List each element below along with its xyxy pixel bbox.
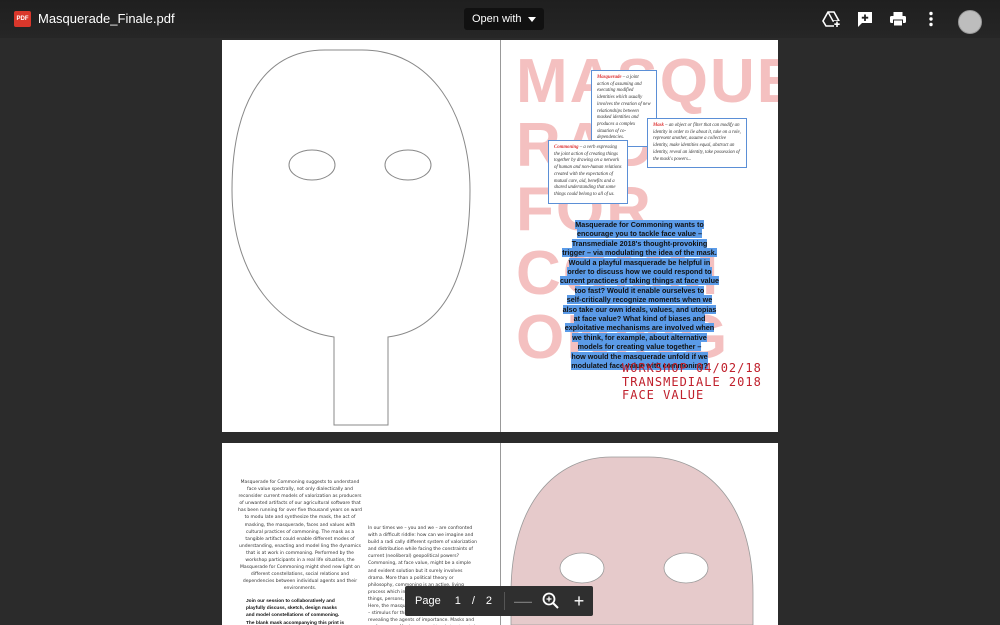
file-title: Masquerade_Finale.pdf: [38, 11, 175, 26]
definition-text: – an object or filter that can modify an…: [653, 123, 741, 162]
chevron-down-icon: [527, 16, 536, 22]
workshop-line: TRANSMEDIALE 2018: [622, 374, 762, 389]
more-vert-icon[interactable]: [922, 10, 940, 28]
text-line: at face value? What kind of biases and: [573, 314, 706, 324]
definition-text: – a joint action of assuming and executi…: [597, 75, 651, 141]
page-navigation-bar: Page 1 / 2 — +: [405, 586, 593, 616]
workshop-line: WORKSHOP 04/02/18: [622, 361, 762, 375]
text-line: how would the masquerade unfold if we: [571, 351, 708, 361]
selected-intro-paragraph[interactable]: Masquerade for Commoning wants to encour…: [527, 220, 752, 371]
text-line: current practices of taking things at fa…: [560, 276, 719, 286]
current-page-input[interactable]: 1: [455, 595, 461, 607]
avatar[interactable]: [958, 10, 982, 34]
scrollbar-track[interactable]: [992, 40, 1000, 625]
text-line: also take our own ideals, values, and ut…: [562, 304, 717, 314]
text-line: Transmediale 2018's thought-provoking: [571, 238, 708, 248]
drive-add-icon[interactable]: [822, 10, 840, 28]
print-icon[interactable]: [889, 10, 907, 28]
text-line: too fast? Would it enable ourselves to: [574, 285, 705, 295]
zoom-in-button[interactable]: +: [567, 589, 591, 613]
open-with-label: Open with: [472, 13, 522, 25]
text-line: order to discuss how we could respond to: [567, 267, 712, 277]
text-line: self-critically recognize moments when w…: [566, 295, 713, 305]
text-line: models for creating value together –: [577, 342, 702, 352]
definition-commoning: Commoning – a verb expressing the joint …: [548, 140, 628, 204]
text-line: exploitative mechanisms are involved whe…: [564, 323, 715, 333]
definition-term: Commoning: [554, 145, 579, 150]
total-pages: 2: [485, 595, 493, 607]
pdf-page-1: MASQUE RADE FOR COMM ONING Masquerade – …: [222, 40, 778, 432]
zoom-out-button[interactable]: —: [511, 589, 535, 613]
text-line: we think, for example, about alternative: [572, 332, 707, 342]
blank-mask-outline: [231, 49, 471, 426]
definition-term: Masquerade: [597, 75, 622, 80]
top-bar: PDF Masquerade_Finale.pdf Open with: [0, 0, 1000, 38]
page-label: Page: [415, 595, 441, 607]
workshop-info: WORKSHOP 04/02/18 TRANSMEDIALE 2018 FACE…: [622, 361, 762, 403]
page-separator: /: [471, 595, 475, 607]
divider: [504, 592, 506, 610]
text-line: trigger – via modulating the idea of the…: [562, 248, 717, 258]
page-fold-line: [500, 40, 501, 432]
definition-mask: Mask – an object or filter that can modi…: [647, 118, 747, 169]
text-line: Would a playful masquerade be helpful in: [568, 257, 711, 267]
page2-left-paragraph: Masquerade for Commoning suggests to und…: [237, 480, 362, 592]
workshop-line: FACE VALUE: [622, 388, 705, 402]
page2-call-to-action: Join our session to collaboratively and …: [246, 599, 345, 625]
text-line: Masquerade for Commoning wants to: [575, 220, 704, 229]
add-comment-icon[interactable]: [856, 10, 874, 28]
pdf-file-icon: PDF: [14, 11, 31, 27]
definition-text: – a verb expressing the joint action of …: [554, 145, 622, 197]
text-line: encourage you to tackle face value –: [576, 229, 703, 239]
open-with-button[interactable]: Open with: [464, 8, 544, 30]
zoom-search-icon[interactable]: [539, 589, 563, 613]
definition-term: Mask: [653, 123, 664, 128]
